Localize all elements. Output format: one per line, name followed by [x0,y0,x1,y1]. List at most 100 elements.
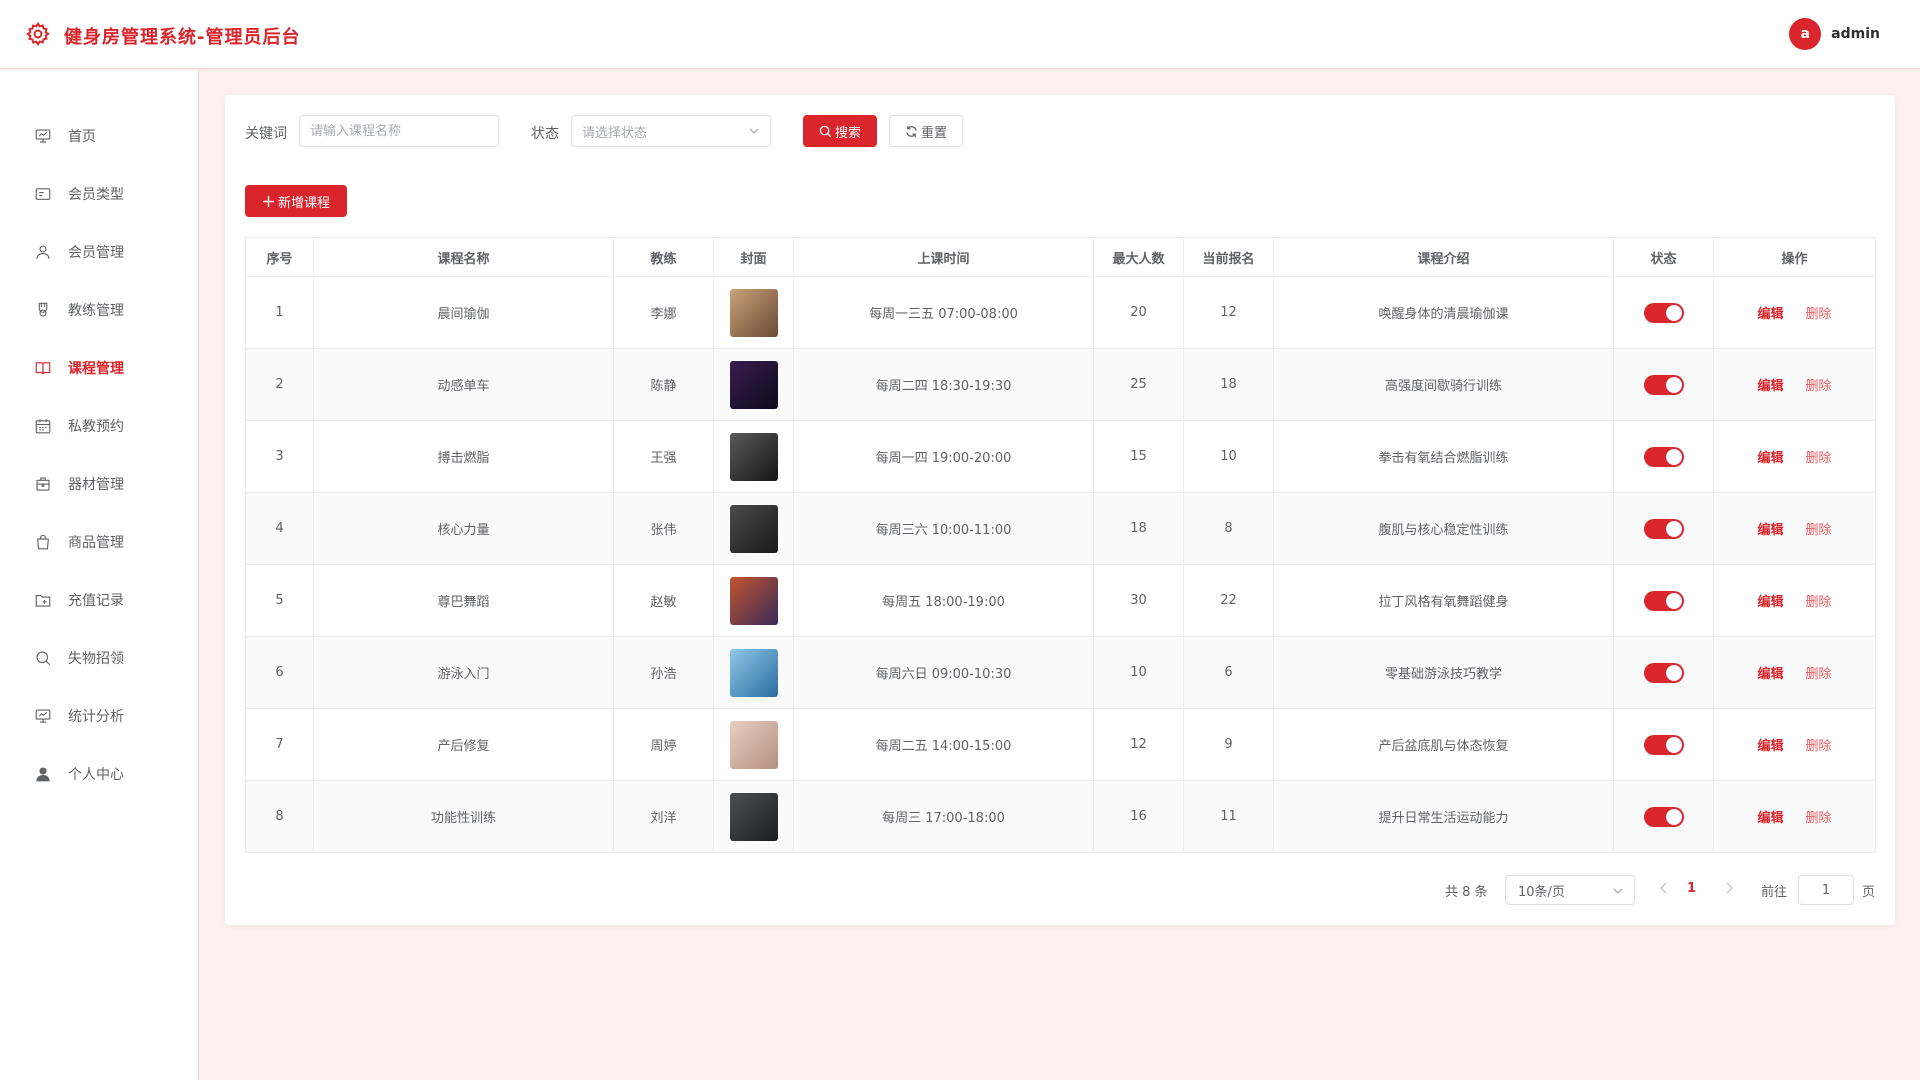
prev-page-icon[interactable] [1657,881,1671,895]
edit-button[interactable]: 编辑 [1757,379,1783,394]
edit-button[interactable]: 编辑 [1757,667,1783,682]
search-button[interactable]: 搜索 [803,115,877,147]
cell-time: 每周二五 14:00-15:00 [793,708,1094,781]
sidebar-item-profile[interactable]: 个人中心 [0,754,199,794]
cell-status [1613,276,1714,349]
delete-button[interactable]: 删除 [1806,739,1832,754]
chevron-down-icon [1613,888,1623,894]
cell-time: 每周五 18:00-19:00 [793,564,1094,637]
course-cover-image [729,576,778,625]
cell-desc: 零基础游泳技巧教学 [1273,636,1614,709]
cell-current: 22 [1183,564,1274,637]
sidebar-item-coaches[interactable]: 教练管理 [0,290,199,330]
edit-button[interactable]: 编辑 [1757,811,1783,826]
status-toggle[interactable] [1643,734,1684,755]
add-course-button[interactable]: 新增课程 [245,185,347,217]
cell-coach: 周婷 [613,708,714,781]
status-toggle[interactable] [1643,590,1684,611]
reset-button[interactable]: 重置 [889,115,963,147]
cell-max: 20 [1093,276,1184,349]
app-title: 健身房管理系统-管理员后台 [64,27,301,48]
cell-max: 25 [1093,348,1184,421]
edit-button[interactable]: 编辑 [1757,739,1783,754]
cell-status [1613,708,1714,781]
delete-button[interactable]: 删除 [1806,379,1832,394]
person-icon [34,765,52,783]
sidebar-item-label: 统计分析 [68,709,124,725]
refresh-icon [906,125,917,137]
cell-status [1613,492,1714,565]
cell-no: 3 [245,420,314,493]
keyword-input[interactable] [310,123,488,139]
cell-cover [713,276,794,349]
table-row: 3 搏击燃脂 王强 每周一四 19:00-20:00 15 10 拳击有氧结合燃脂训练 编辑 删… [245,420,1876,493]
course-cover-image [729,648,778,697]
cell-coach: 陈静 [613,348,714,421]
page-number[interactable]: 1 [1687,881,1696,896]
status-toggle[interactable] [1643,662,1684,683]
cell-no: 4 [245,492,314,565]
course-cover-image [729,288,778,337]
cell-actions: 编辑 删除 [1713,420,1876,493]
cell-status [1613,420,1714,493]
cell-actions: 编辑 删除 [1713,348,1876,421]
edit-button[interactable]: 编辑 [1757,451,1783,466]
card-icon [34,185,52,203]
next-page-icon[interactable] [1722,881,1736,895]
status-toggle[interactable] [1643,374,1684,395]
delete-button[interactable]: 删除 [1806,451,1832,466]
status-toggle[interactable] [1643,518,1684,539]
delete-button[interactable]: 删除 [1806,523,1832,538]
edit-button[interactable]: 编辑 [1757,595,1783,610]
sidebar-item-label: 会员管理 [68,245,124,261]
sidebar-item-recharge[interactable]: 充值记录 [0,580,199,620]
cell-coach: 张伟 [613,492,714,565]
search-icon [34,649,52,667]
keyword-input-wrapper[interactable] [299,115,499,147]
delete-button[interactable]: 删除 [1806,811,1832,826]
sidebar-item-private-booking[interactable]: 私教预约 [0,406,199,446]
sidebar-item-members[interactable]: 会员管理 [0,232,199,272]
status-toggle[interactable] [1643,446,1684,467]
cell-status [1613,348,1714,421]
sidebar-item-member-types[interactable]: 会员类型 [0,174,199,214]
table-body: 1 晨间瑜伽 李娜 每周一三五 07:00-08:00 20 12 唤醒身体的清晨瑜伽课 编辑… [245,276,1876,853]
sidebar-item-statistics[interactable]: 统计分析 [0,696,199,736]
page-size-select[interactable]: 10条/页 [1505,875,1635,905]
sidebar-item-label: 失物招领 [68,651,124,667]
edit-button[interactable]: 编辑 [1757,523,1783,538]
sidebar-item-products[interactable]: 商品管理 [0,522,199,562]
username[interactable]: admin [1831,26,1880,42]
status-select[interactable]: 请选择状态 [571,115,771,147]
book-icon [34,359,52,377]
cell-course-name: 搏击燃脂 [313,420,614,493]
edit-button[interactable]: 编辑 [1757,307,1783,322]
sidebar-item-home[interactable]: 首页 [0,116,199,156]
cell-current: 9 [1183,708,1274,781]
goto-page-input[interactable]: 1 [1798,875,1854,905]
sidebar-item-label: 器材管理 [68,477,124,493]
cell-cover [713,780,794,853]
column-header: 序号 [245,237,314,277]
page-suffix: 页 [1862,885,1876,900]
sidebar-item-lost-found[interactable]: 失物招领 [0,638,199,678]
sidebar-item-courses[interactable]: 课程管理 [0,348,199,388]
avatar[interactable]: a [1789,18,1822,50]
table-row: 8 功能性训练 刘洋 每周三 17:00-18:00 16 11 提升日常生活运动能力 编辑 删… [245,780,1876,853]
cell-no: 7 [245,708,314,781]
delete-button[interactable]: 删除 [1806,595,1832,610]
delete-button[interactable]: 删除 [1806,667,1832,682]
cell-course-name: 核心力量 [313,492,614,565]
sidebar-item-label: 充值记录 [68,593,124,609]
course-cover-image [729,432,778,481]
cell-max: 10 [1093,636,1184,709]
cell-course-name: 游泳入门 [313,636,614,709]
top-header: 健身房管理系统-管理员后台 a admin [0,0,1920,69]
status-toggle[interactable] [1643,302,1684,323]
delete-button[interactable]: 删除 [1806,307,1832,322]
cell-actions: 编辑 删除 [1713,780,1876,853]
status-toggle[interactable] [1643,806,1684,827]
calendar-icon [34,417,52,435]
sidebar-item-equipment[interactable]: 器材管理 [0,464,199,504]
user-menu[interactable]: a admin [1789,18,1880,50]
